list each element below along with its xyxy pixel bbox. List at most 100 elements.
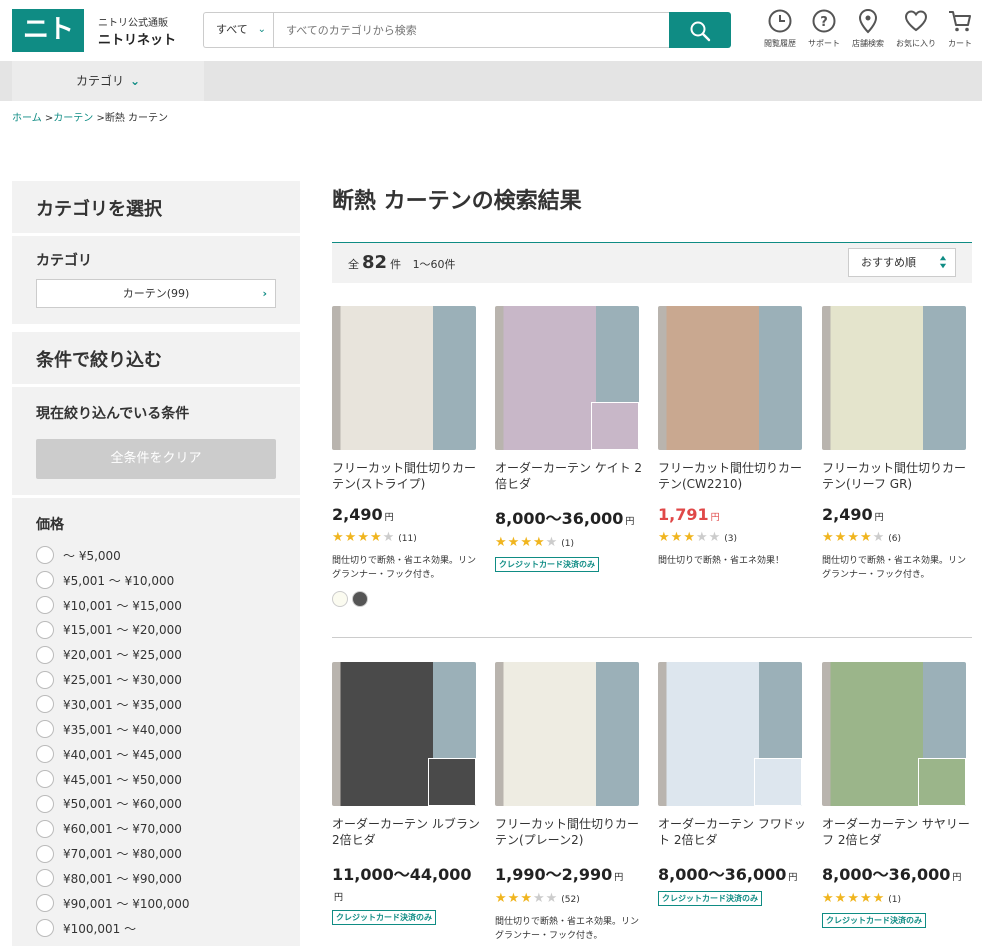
price-range-radio[interactable] <box>36 670 54 689</box>
price-range-radio[interactable] <box>36 546 54 565</box>
price-unit: 円 <box>625 517 635 527</box>
product-card[interactable]: フリーカット間仕切りカーテン(リーフ GR) 2,490 円 ★★★★★ (6) 間仕切り… <box>822 306 970 582</box>
search-icon <box>690 21 711 42</box>
color-swatch[interactable] <box>352 591 368 607</box>
store-search-button[interactable]: 店舗検索 <box>848 8 888 49</box>
star-icon: ★ <box>545 891 559 906</box>
price-range-radio[interactable] <box>36 620 54 639</box>
product-image[interactable] <box>495 662 639 806</box>
price-range-option[interactable]: ¥50,001 ～ ¥60,000 <box>36 791 276 816</box>
price-range-radio[interactable] <box>36 596 54 615</box>
product-name[interactable]: フリーカット間仕切りカーテン(ストライプ) <box>332 460 480 492</box>
product-image[interactable] <box>495 306 639 450</box>
fabric-swatch-image <box>918 758 966 806</box>
price-range-radio[interactable] <box>36 919 54 938</box>
product-name[interactable]: オーダーカーテン フワドット 2倍ヒダ <box>658 816 806 848</box>
star-icon: ★ <box>822 891 835 906</box>
price-range-option[interactable]: ～ ¥5,000 <box>36 543 276 568</box>
price-range-option[interactable]: ¥15,001 ～ ¥20,000 <box>36 618 276 643</box>
price-range-radio[interactable] <box>36 770 54 789</box>
history-button[interactable]: 閲覧履歴 <box>760 8 800 49</box>
category-menu-label: カテゴリ <box>75 74 124 88</box>
price-range-option[interactable]: ¥70,001 ～ ¥80,000 <box>36 841 276 866</box>
product-name[interactable]: オーダーカーテン ケイト 2倍ヒダ <box>495 460 643 492</box>
price-range-option[interactable]: ¥80,001 ～ ¥90,000 <box>36 866 276 891</box>
star-icon: ★ <box>532 535 546 550</box>
product-name[interactable]: フリーカット間仕切りカーテン(CW2210) <box>658 460 806 492</box>
sort-select[interactable]: おすすめ順 <box>848 248 956 277</box>
nitori-logo[interactable]: ニトリ <box>12 9 84 88</box>
price-range-radio[interactable] <box>36 819 54 838</box>
product-name[interactable]: フリーカット間仕切りカーテン(プレーン2) <box>495 816 643 848</box>
product-price: 1,791 円 <box>658 505 806 524</box>
price-range-radio[interactable] <box>36 794 54 813</box>
product-card[interactable]: オーダーカーテン ケイト 2倍ヒダ 8,000～36,000 円 ★★★★★ (1) クレ… <box>495 306 643 572</box>
product-name[interactable]: フリーカット間仕切りカーテン(リーフ GR) <box>822 460 970 492</box>
price-range-option[interactable]: ¥30,001 ～ ¥35,000 <box>36 692 276 717</box>
price-range-label: ¥80,001 ～ ¥90,000 <box>63 871 182 886</box>
price-range-option[interactable]: ¥25,001 ～ ¥30,000 <box>36 667 276 692</box>
history-icon <box>768 9 792 33</box>
product-card[interactable]: フリーカット間仕切りカーテン(ストライプ) 2,490 円 ★★★★★ (11) 間仕切り… <box>332 306 480 607</box>
star-icon: ★ <box>369 530 383 545</box>
price-range-radio[interactable] <box>36 844 54 863</box>
product-image[interactable] <box>332 306 476 450</box>
product-card[interactable]: オーダーカーテン サヤリーフ 2倍ヒダ 8,000～36,000 円 ★★★★★ (1)… <box>822 662 970 928</box>
price-range-option[interactable]: ¥40,001 ～ ¥45,000 <box>36 742 276 767</box>
product-image[interactable] <box>658 306 802 450</box>
category-curtain-label: カーテン(99) <box>122 287 190 300</box>
price-range-radio[interactable] <box>36 894 54 913</box>
star-icon: ★ <box>344 530 358 545</box>
price-range-radio[interactable] <box>36 695 54 714</box>
product-image[interactable] <box>822 662 966 806</box>
price-range-radio[interactable] <box>36 645 54 664</box>
product-name[interactable]: オーダーカーテン ルブラン 2倍ヒダ <box>332 816 480 848</box>
review-count: (1) <box>561 539 575 549</box>
cart-button[interactable]: カート <box>940 8 980 49</box>
product-image[interactable] <box>658 662 802 806</box>
color-swatch[interactable] <box>332 591 348 607</box>
breadcrumb-curtain[interactable]: カーテン <box>53 113 93 124</box>
search-button[interactable] <box>669 12 731 48</box>
star-icon: ★ <box>495 535 508 550</box>
price-range-radio[interactable] <box>36 571 54 590</box>
price-range-option[interactable]: ¥60,001 ～ ¥70,000 <box>36 816 276 841</box>
product-price-value: 11,000～44,000 <box>332 865 472 884</box>
fabric-swatch-image <box>591 402 639 450</box>
clear-filters-button[interactable]: 全条件をクリア <box>36 439 276 479</box>
star-icon: ★ <box>847 891 860 906</box>
star-icon: ★ <box>495 891 508 906</box>
price-range-label: ¥20,001 ～ ¥25,000 <box>63 648 182 663</box>
price-range-option[interactable]: ¥35,001 ～ ¥40,000 <box>36 717 276 742</box>
price-range-option[interactable]: ¥45,001 ～ ¥50,000 <box>36 767 276 792</box>
favorites-button[interactable]: お気に入り <box>896 8 936 49</box>
breadcrumb-home[interactable]: ホーム <box>12 113 42 124</box>
price-unit: 円 <box>952 873 962 883</box>
product-card[interactable]: オーダーカーテン フワドット 2倍ヒダ 8,000～36,000 円クレジットカード… <box>658 662 806 906</box>
price-range-radio[interactable] <box>36 720 54 739</box>
category-curtain-button[interactable]: カーテン(99) › <box>36 279 276 308</box>
category-menu-button[interactable]: カテゴリ ⌄ <box>12 61 204 101</box>
rating-stars: ★★★★★ (6) <box>822 530 970 546</box>
product-name[interactable]: オーダーカーテン サヤリーフ 2倍ヒダ <box>822 816 970 848</box>
product-card[interactable]: フリーカット間仕切りカーテン(CW2210) 1,791 円 ★★★★★ (3) 間仕切り… <box>658 306 806 568</box>
price-range-option[interactable]: ¥20,001 ～ ¥25,000 <box>36 642 276 667</box>
search-category-select[interactable]: すべて ⌄ <box>203 12 274 48</box>
price-range-option[interactable]: ¥10,001 ～ ¥15,000 <box>36 593 276 618</box>
cart-icon <box>949 11 971 32</box>
product-image[interactable] <box>332 662 476 806</box>
star-icon: ★ <box>834 530 848 545</box>
search-input[interactable] <box>273 12 670 48</box>
logo-title[interactable]: ニトリネット <box>98 29 176 48</box>
category-select-panel: カテゴリを選択 <box>12 181 300 233</box>
product-card[interactable]: フリーカット間仕切りカーテン(プレーン2) 1,990～2,990 円 ★★★★★ (5… <box>495 662 643 943</box>
product-card[interactable]: オーダーカーテン ルブラン 2倍ヒダ 11,000～44,000 円 クレジットカード… <box>332 662 480 925</box>
price-range-option[interactable]: ¥5,001 ～ ¥10,000 <box>36 568 276 593</box>
price-range-radio[interactable] <box>36 869 54 888</box>
product-image[interactable] <box>822 306 966 450</box>
price-range-option[interactable]: ¥90,001 ～ ¥100,000 <box>36 891 276 916</box>
price-range-radio[interactable] <box>36 745 54 764</box>
star-icon: ★ <box>708 530 722 545</box>
price-range-option[interactable]: ¥100,001 ～ <box>36 916 276 941</box>
support-button[interactable]: ? サポート <box>804 8 844 49</box>
